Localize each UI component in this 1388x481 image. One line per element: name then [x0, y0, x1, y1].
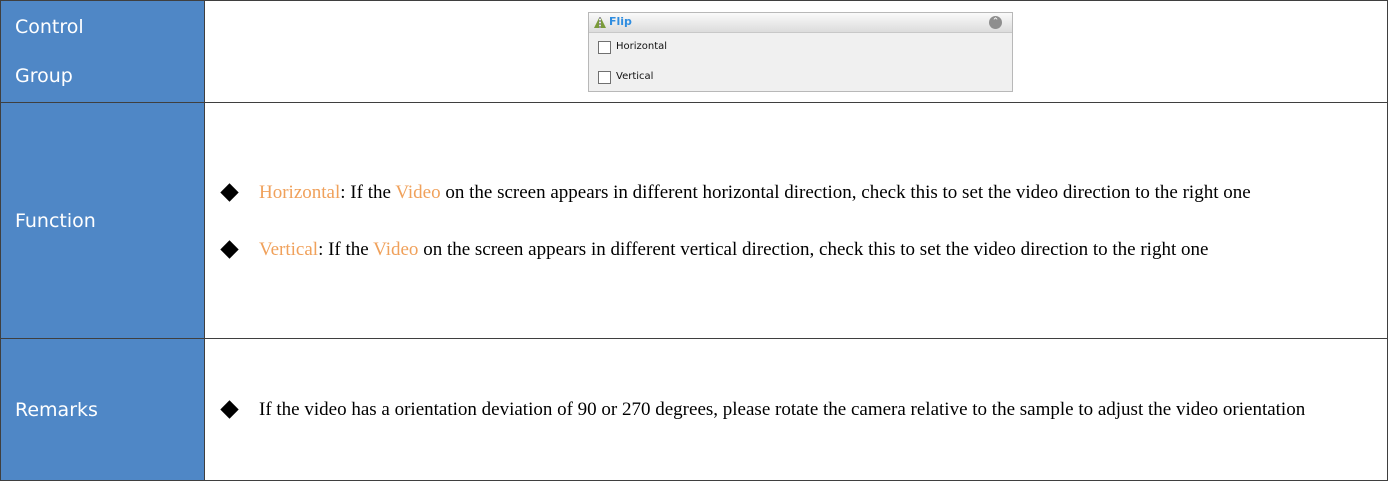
flip-panel-header[interactable]: Flip ⌃ [589, 13, 1012, 33]
vertical-checkbox[interactable] [598, 71, 611, 84]
function-text: on the screen appears in different horiz… [440, 181, 1251, 203]
term-video: Video [373, 238, 419, 260]
flip-panel-title: Flip [609, 15, 632, 28]
row-remarks: Remarks If the video has a orientation d… [0, 338, 1388, 481]
bullet-diamond-icon [220, 182, 239, 202]
horizontal-checkbox[interactable] [598, 41, 611, 54]
term-horizontal: Horizontal [259, 181, 341, 203]
bullet-diamond-icon [220, 400, 239, 419]
row-function: Function Horizontal: If the Video on the… [0, 102, 1388, 339]
remarks-item: If the video has a orientation deviation… [205, 381, 1387, 438]
label-control-group-line2: Group [15, 64, 73, 87]
flip-icon [594, 17, 606, 29]
remarks-text: If the video has a orientation deviation… [259, 399, 1306, 420]
bullet-diamond-icon [220, 239, 239, 259]
function-text: on the screen appears in different verti… [418, 238, 1209, 260]
label-function: Function [0, 102, 205, 339]
term-vertical: Vertical [259, 238, 319, 260]
flip-panel: Flip ⌃ Horizontal Vertical [588, 12, 1013, 92]
vertical-label[interactable]: Vertical [616, 71, 653, 82]
function-item-vertical: Vertical: If the Video on the screen app… [205, 221, 1387, 278]
function-text: : If the [340, 181, 396, 203]
label-control-group-line1: Control [15, 15, 84, 38]
term-video: Video [395, 181, 441, 203]
horizontal-label[interactable]: Horizontal [616, 41, 667, 52]
function-item-horizontal: Horizontal: If the Video on the screen a… [205, 164, 1387, 221]
remarks-cell: If the video has a orientation deviation… [204, 338, 1388, 481]
label-control-group: Control Group [0, 0, 205, 103]
label-remarks: Remarks [0, 338, 205, 481]
function-text: : If the [318, 238, 374, 260]
collapse-icon[interactable]: ⌃ [989, 16, 1002, 29]
function-cell: Horizontal: If the Video on the screen a… [204, 102, 1388, 339]
